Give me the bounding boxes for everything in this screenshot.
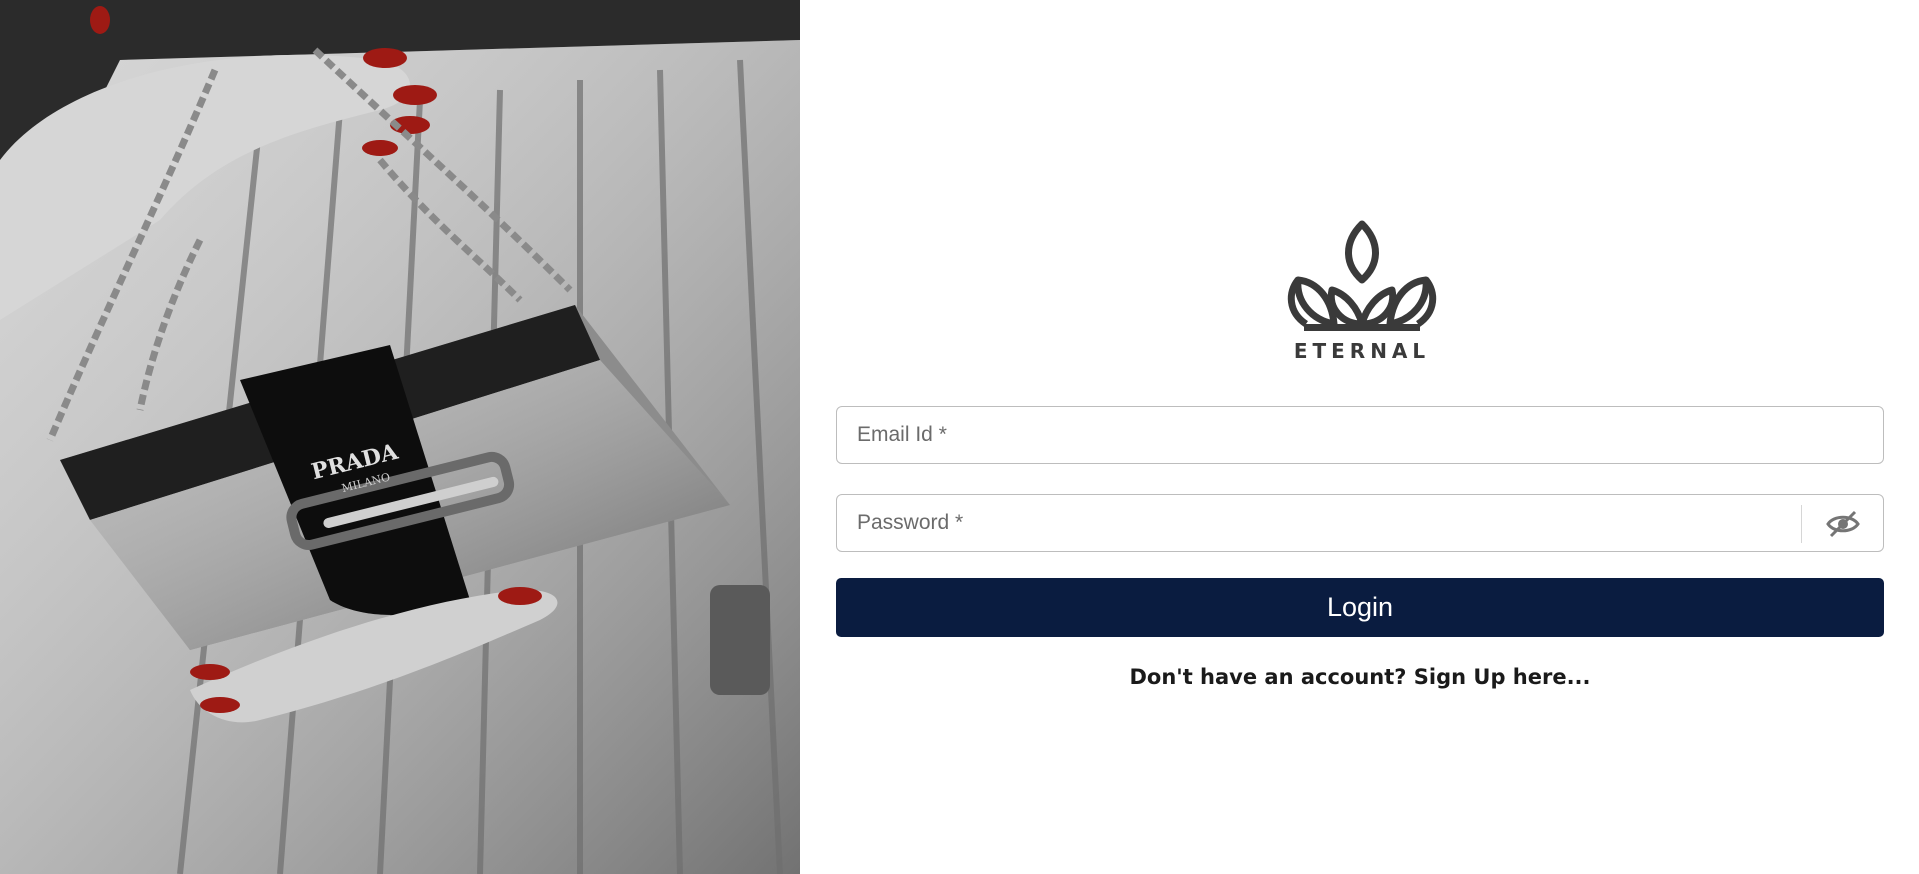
- brand-name: ETERNAL: [1293, 339, 1431, 363]
- eye-off-icon[interactable]: [1825, 510, 1860, 538]
- handbag-photo: PRADA MILANO: [0, 0, 800, 874]
- login-button[interactable]: Login: [836, 578, 1884, 637]
- crown-icon: [1287, 220, 1437, 331]
- password-field[interactable]: [836, 494, 1884, 552]
- password-input[interactable]: [837, 495, 1883, 551]
- email-input[interactable]: [837, 407, 1883, 463]
- signup-link[interactable]: Don't have an account? Sign Up here...: [836, 665, 1884, 689]
- login-page: PRADA MILANO ETERNAL Email Id * Login Do…: [0, 0, 1919, 874]
- email-field[interactable]: [836, 406, 1884, 464]
- password-visibility-toggle[interactable]: [1801, 505, 1883, 543]
- brand-logo: ETERNAL: [1282, 216, 1442, 363]
- login-panel: ETERNAL Login Don't have an account? Sig…: [800, 0, 1919, 874]
- hero-photo: PRADA MILANO: [0, 0, 800, 874]
